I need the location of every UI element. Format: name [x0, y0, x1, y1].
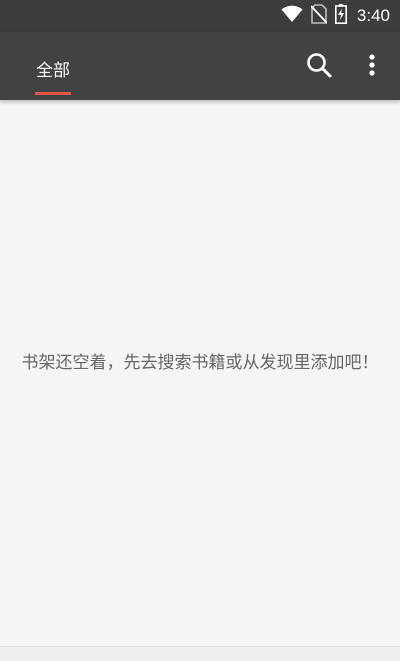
- wifi-icon: [281, 5, 303, 27]
- empty-bookshelf-message: 书架还空着，先去搜索书籍或从发现里添加吧！: [21, 353, 379, 373]
- toolbar: 全部: [0, 32, 400, 100]
- tab-label: 全部: [36, 61, 70, 81]
- status-icons: 3:40: [281, 4, 390, 28]
- battery-charging-icon: [334, 4, 347, 28]
- status-bar: 3:40: [0, 0, 400, 32]
- search-icon: [304, 53, 334, 84]
- tab-indicator: [35, 92, 71, 95]
- bottom-edge: [0, 646, 400, 661]
- more-vert-icon: [358, 54, 386, 84]
- tab-all[interactable]: 全部: [24, 32, 82, 100]
- more-options-button[interactable]: [358, 50, 386, 80]
- search-button[interactable]: [304, 50, 334, 80]
- no-sim-icon: [310, 4, 328, 28]
- status-time: 3:40: [356, 6, 390, 25]
